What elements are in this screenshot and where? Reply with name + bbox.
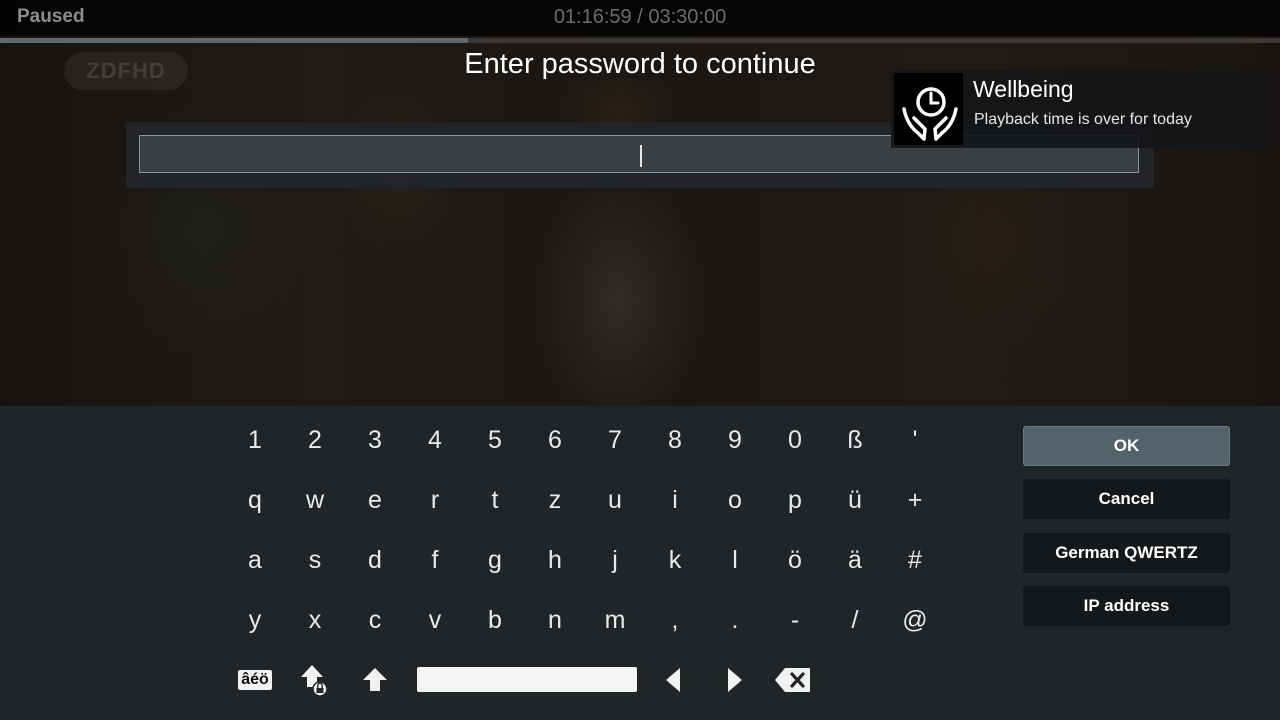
key[interactable]: h [525,530,585,590]
key[interactable]: 6 [525,410,585,470]
key[interactable]: w [285,470,345,530]
key[interactable]: 1 [225,410,285,470]
key[interactable]: 3 [345,410,405,470]
shift-key[interactable] [345,660,405,700]
key[interactable]: x [285,590,345,650]
wellbeing-notification: Wellbeing Playback time is over for toda… [891,70,1268,148]
key[interactable]: ß [825,410,885,470]
backspace-icon [775,668,810,692]
key[interactable]: 5 [465,410,525,470]
key[interactable]: 7 [585,410,645,470]
playback-progress-fill [0,38,469,43]
key[interactable]: d [345,530,405,590]
capslock-key[interactable] [285,660,345,700]
key[interactable]: l [705,530,765,590]
text-caret [640,145,642,167]
key[interactable]: o [705,470,765,530]
cursor-left-key[interactable] [643,660,703,700]
key[interactable]: n [525,590,585,650]
key[interactable]: b [465,590,525,650]
playback-progress-bar [0,38,1280,43]
shift-icon [363,668,387,691]
backspace-key[interactable] [763,660,823,700]
notification-title: Wellbeing [973,76,1074,102]
keyboard-layout-button[interactable]: German QWERTZ [1023,533,1230,573]
key[interactable]: t [465,470,525,530]
ok-button[interactable]: OK [1023,426,1230,466]
key[interactable]: / [825,590,885,650]
key[interactable]: e [345,470,405,530]
key[interactable]: k [645,530,705,590]
key[interactable]: . [705,590,765,650]
clock-hands-icon [894,73,963,145]
player-status-bar: Paused 01:16:59 / 03:30:00 [0,0,1280,36]
key[interactable]: z [525,470,585,530]
symbols-key[interactable]: âéö [225,660,285,700]
key[interactable]: ä [825,530,885,590]
key[interactable]: # [885,530,945,590]
key[interactable]: f [405,530,465,590]
key[interactable]: 9 [705,410,765,470]
key[interactable]: g [465,530,525,590]
onscreen-keyboard: 1 2 3 4 5 6 7 8 9 0 ß ' q w e r t z u i o p ü + a s d f g h j k l ö ä # y x c v… [0,406,1280,720]
ip-address-button[interactable]: IP address [1023,586,1230,626]
key[interactable]: @ [885,590,945,650]
arrow-left-icon [666,668,680,692]
key[interactable]: m [585,590,645,650]
key[interactable]: a [225,530,285,590]
key[interactable]: q [225,470,285,530]
notification-message: Playback time is over for today [974,111,1192,128]
key[interactable]: , [645,590,705,650]
key[interactable]: 4 [405,410,465,470]
key[interactable]: ö [765,530,825,590]
key[interactable]: v [405,590,465,650]
playback-time: 01:16:59 / 03:30:00 [553,6,727,28]
cancel-button[interactable]: Cancel [1023,479,1230,519]
arrow-right-icon [728,668,742,692]
key[interactable]: 2 [285,410,345,470]
key[interactable]: u [585,470,645,530]
cursor-right-key[interactable] [705,660,765,700]
key[interactable]: s [285,530,345,590]
key[interactable]: - [765,590,825,650]
key[interactable]: ü [825,470,885,530]
key[interactable]: ' [885,410,945,470]
key[interactable]: i [645,470,705,530]
capslock-icon [301,665,328,697]
key[interactable]: 0 [765,410,825,470]
space-bar[interactable] [417,667,637,692]
key[interactable]: + [885,470,945,530]
key[interactable]: j [585,530,645,590]
key[interactable]: r [405,470,465,530]
key[interactable]: y [225,590,285,650]
key[interactable]: c [345,590,405,650]
symbols-key-label: âéö [238,670,272,690]
key[interactable]: 8 [645,410,705,470]
key[interactable]: p [765,470,825,530]
